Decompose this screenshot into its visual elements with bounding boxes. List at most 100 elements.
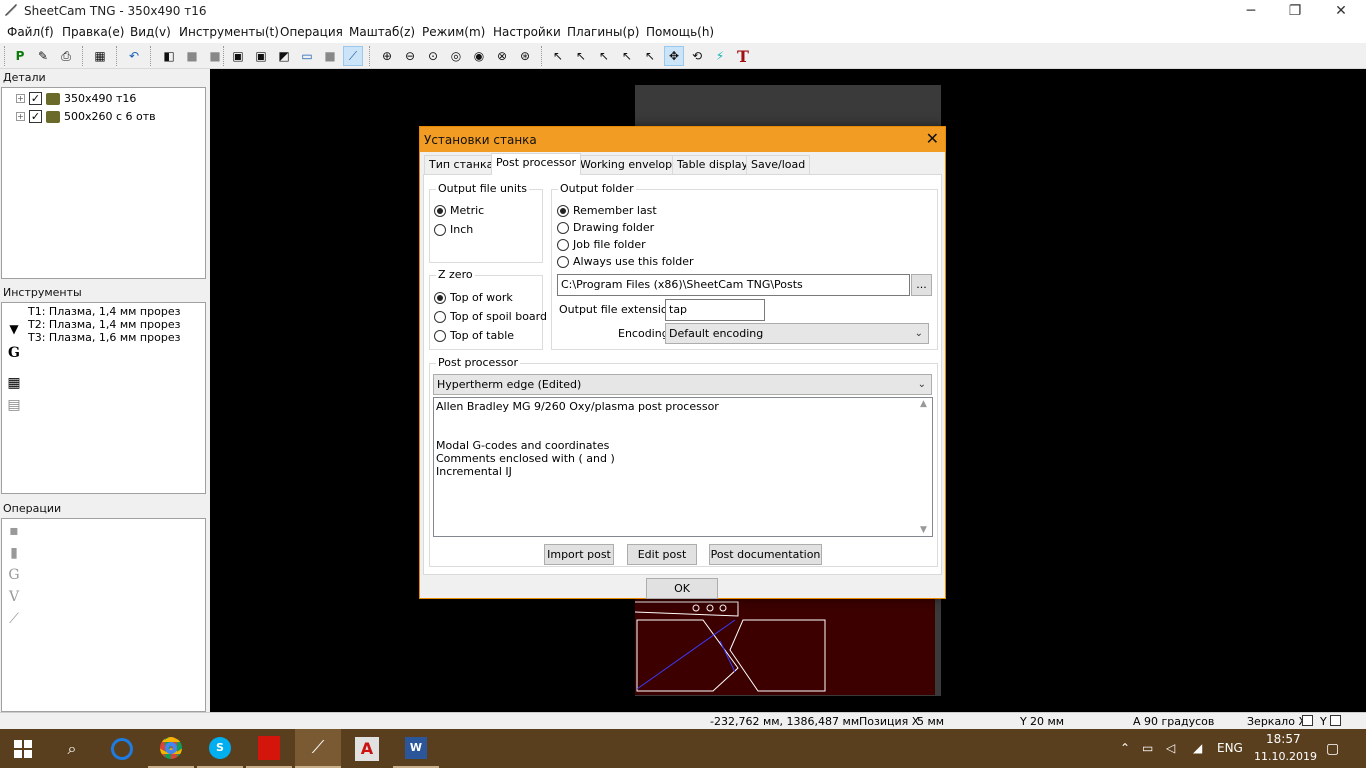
drill-op-icon[interactable]: ▮: [6, 545, 22, 561]
plasma-torch-icon[interactable]: ▼: [6, 321, 22, 337]
view-mode-3-icon[interactable]: ■: [205, 46, 225, 66]
view-mode-1-icon[interactable]: ◧: [159, 46, 179, 66]
radio-drawing-folder[interactable]: Drawing folder: [557, 221, 654, 234]
move-icon[interactable]: ✥: [664, 46, 684, 66]
mirror-x-checkbox[interactable]: [1302, 715, 1313, 726]
search-icon[interactable]: ⌕: [49, 729, 95, 768]
start-button[interactable]: [0, 729, 46, 768]
view-window-icon[interactable]: ▭: [297, 46, 317, 66]
radio-button[interactable]: [434, 291, 446, 304]
radio-top-of-table[interactable]: Top of table: [434, 329, 514, 342]
import-post-button[interactable]: Import post: [544, 544, 614, 565]
view-grey-icon[interactable]: ■: [320, 46, 340, 66]
show-hidden-icons-icon[interactable]: ⌃: [1120, 741, 1130, 755]
radio-job-file-folder[interactable]: Job file folder: [557, 238, 646, 251]
zoom-previous-icon[interactable]: ⊛: [515, 46, 535, 66]
notifications-icon[interactable]: ▢: [1326, 741, 1339, 757]
radio-inch[interactable]: Inch: [434, 223, 473, 236]
tab-machine-type[interactable]: Тип станка: [424, 155, 499, 174]
radio-button[interactable]: [557, 221, 569, 234]
vcarve-op-icon[interactable]: V: [6, 589, 22, 605]
zoom-all-icon[interactable]: ⊗: [492, 46, 512, 66]
radio-remember-last[interactable]: Remember last: [557, 204, 657, 217]
radio-always-use-folder[interactable]: Always use this folder: [557, 255, 694, 268]
edge-icon[interactable]: [99, 729, 145, 768]
view-outline-icon[interactable]: ▣: [251, 46, 271, 66]
radio-button[interactable]: [557, 204, 569, 217]
scroll-down-icon[interactable]: ▼: [920, 525, 927, 535]
acrobat-icon[interactable]: [246, 729, 292, 768]
radio-metric[interactable]: Metric: [434, 204, 484, 217]
autocad-icon[interactable]: A: [344, 729, 390, 768]
menu-zoom[interactable]: Маштаб(z): [349, 25, 415, 39]
zoom-window-icon[interactable]: ◎: [446, 46, 466, 66]
expand-icon[interactable]: +: [16, 112, 25, 121]
post-description-textarea[interactable]: Allen Bradley MG 9/260 Oxy/plasma post p…: [433, 397, 933, 537]
clock-time[interactable]: 18:57: [1266, 732, 1301, 746]
zoom-part-icon[interactable]: ◉: [469, 46, 489, 66]
select-text-icon[interactable]: ↖: [594, 46, 614, 66]
menu-settings[interactable]: Настройки: [493, 25, 561, 39]
menu-file[interactable]: Файл(f): [7, 25, 54, 39]
text-tool-icon[interactable]: T: [733, 46, 753, 66]
language-indicator[interactable]: ENG: [1217, 741, 1243, 755]
scroll-up-icon[interactable]: ▲: [920, 399, 927, 409]
radio-button[interactable]: [434, 329, 446, 342]
print-icon[interactable]: ⎙: [56, 46, 76, 66]
grid-icon[interactable]: ▤: [6, 397, 22, 413]
zoom-out-icon[interactable]: ⊖: [400, 46, 420, 66]
menu-edit[interactable]: Правка(e): [62, 25, 124, 39]
dialog-close-button[interactable]: ✕: [926, 129, 939, 148]
gcode-icon[interactable]: G: [6, 345, 22, 361]
expand-icon[interactable]: +: [16, 94, 25, 103]
view-top-icon[interactable]: ▣: [228, 46, 248, 66]
network-icon[interactable]: ◢: [1193, 741, 1202, 755]
ok-button[interactable]: OK: [646, 578, 718, 599]
restore-button[interactable]: ❐: [1272, 0, 1318, 22]
output-folder-path-field[interactable]: C:\Program Files (x86)\SheetCam TNG\Post…: [557, 274, 910, 296]
menu-mode[interactable]: Режим(m): [422, 25, 485, 39]
radio-button[interactable]: [557, 255, 569, 268]
select-curve-icon[interactable]: ↖: [640, 46, 660, 66]
part-checkbox[interactable]: ✓: [29, 110, 42, 123]
edit-document-icon[interactable]: ✎: [33, 46, 53, 66]
radio-button[interactable]: [434, 310, 446, 323]
minimize-button[interactable]: ─: [1228, 0, 1274, 22]
menu-view[interactable]: Вид(v): [130, 25, 171, 39]
tab-working-envelope[interactable]: Working envelope: [575, 155, 684, 174]
radio-button[interactable]: [557, 238, 569, 251]
gcode-op-icon[interactable]: G: [6, 567, 22, 583]
cutter-icon[interactable]: ⚡: [710, 46, 730, 66]
undo-icon[interactable]: ↶: [124, 46, 144, 66]
radio-top-of-spoil-board[interactable]: Top of spoil board: [434, 310, 547, 323]
clock-date[interactable]: 11.10.2019: [1254, 750, 1317, 763]
battery-icon[interactable]: ▭: [1142, 741, 1153, 755]
menu-tools[interactable]: Инструменты(t): [179, 25, 279, 39]
select-angle-icon[interactable]: ↖: [617, 46, 637, 66]
mirror-y-checkbox[interactable]: [1330, 715, 1341, 726]
output-extension-field[interactable]: tap: [665, 299, 765, 321]
tree-item[interactable]: + ✓ 500x260 с 6 отв: [16, 108, 156, 125]
post-documentation-button[interactable]: Post documentation: [709, 544, 822, 565]
word-icon[interactable]: W: [393, 729, 439, 768]
close-window-button[interactable]: ✕: [1318, 0, 1364, 22]
chrome-icon[interactable]: [148, 729, 194, 768]
skype-icon[interactable]: S: [197, 729, 243, 768]
tool-item[interactable]: T3: Плазма, 1,6 мм прорез: [28, 331, 180, 344]
post-processor-dropdown[interactable]: Hypertherm edge (Edited) ⌄: [433, 374, 932, 395]
calculator-icon[interactable]: ▦: [90, 46, 110, 66]
tree-item[interactable]: + ✓ 350x490 т16: [16, 90, 136, 107]
select-start-icon[interactable]: ↖: [571, 46, 591, 66]
rotate-icon[interactable]: ⟲: [687, 46, 707, 66]
browse-folder-button[interactable]: ...: [911, 274, 932, 296]
zoom-in-icon[interactable]: ⊕: [377, 46, 397, 66]
description-scrollbar[interactable]: ▲ ▼: [917, 398, 932, 536]
table-icon[interactable]: ▦: [6, 375, 22, 391]
sheetcam-taskbar-icon[interactable]: ⟋: [295, 729, 341, 768]
tool-item[interactable]: T1: Плазма, 1,4 мм прорез: [28, 305, 180, 318]
menu-plugins[interactable]: Плагины(p): [567, 25, 639, 39]
edit-post-button[interactable]: Edit post: [627, 544, 697, 565]
draw-line-icon[interactable]: ⟋: [343, 46, 363, 66]
radio-button[interactable]: [434, 223, 446, 236]
radio-button[interactable]: [434, 204, 446, 217]
